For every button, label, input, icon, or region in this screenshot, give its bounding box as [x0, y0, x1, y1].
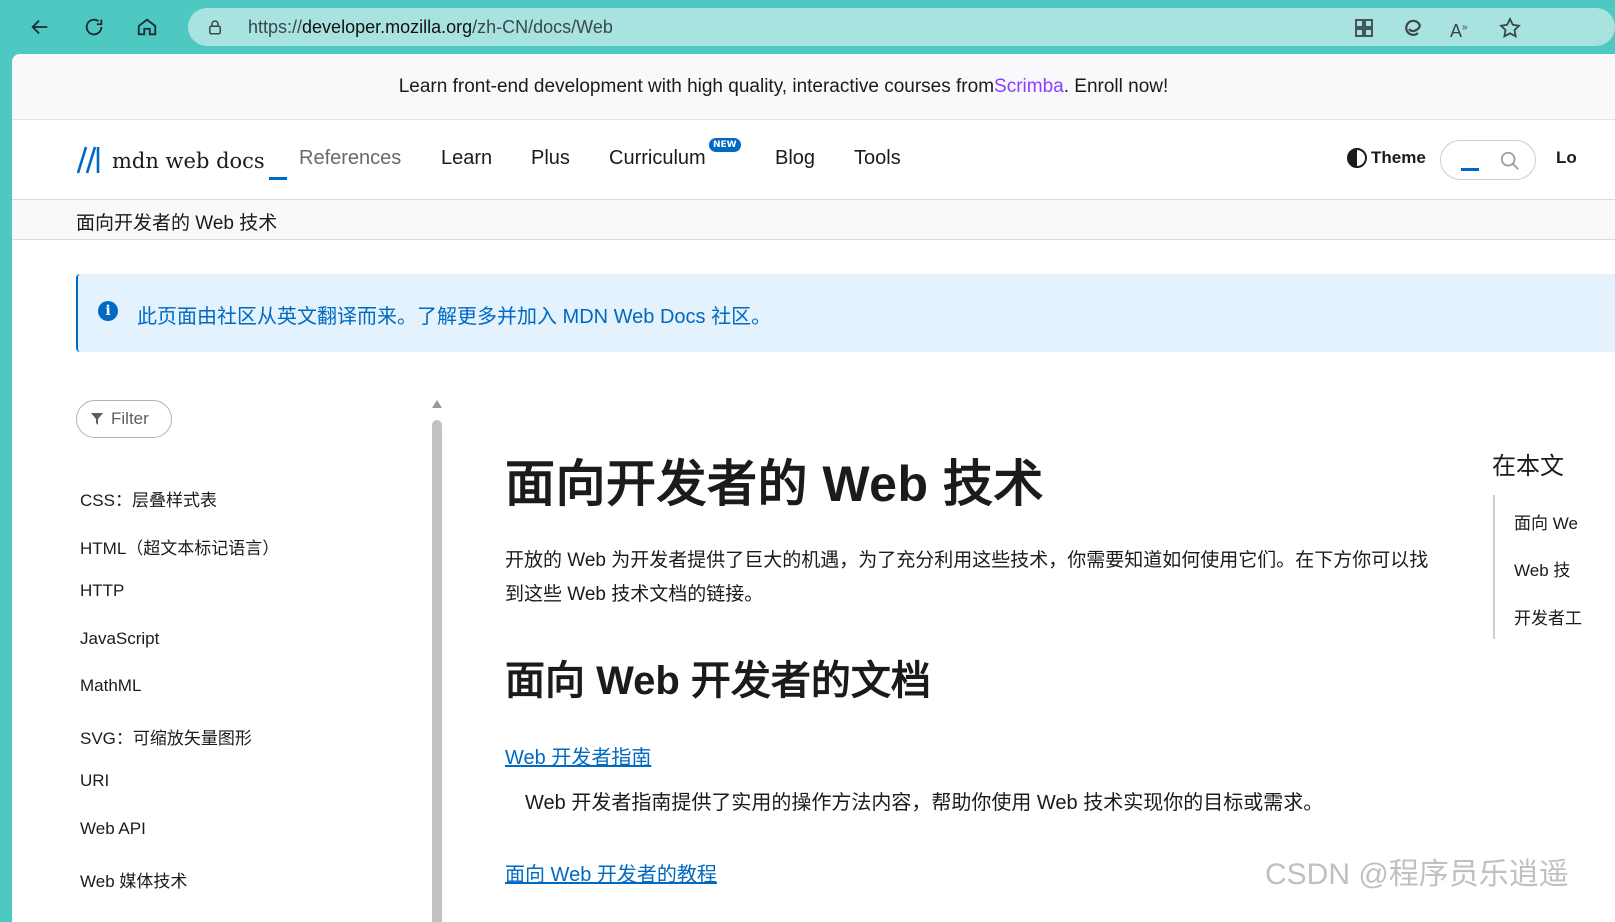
- toc-title: 在本文: [1492, 453, 1564, 480]
- sidebar-scrollbar[interactable]: [432, 400, 442, 922]
- promo-banner: Learn front-end development with high qu…: [12, 54, 1615, 120]
- apps-icon[interactable]: [1352, 16, 1376, 40]
- lock-icon[interactable]: [206, 18, 224, 36]
- nav-blog[interactable]: Blog: [775, 147, 815, 170]
- logo-text: mdn web docs: [112, 149, 265, 173]
- toc-item[interactable]: Web 技: [1514, 556, 1570, 581]
- filter-label: Filter: [111, 409, 149, 428]
- site-header: mdn web docs References Learn Plus Curri…: [12, 120, 1615, 200]
- translation-notice: i 此页面由社区从英文翻译而来。了解更多并加入 MDN Web Docs 社区。: [76, 274, 1615, 352]
- mdn-logo[interactable]: mdn web docs: [76, 146, 287, 180]
- theme-icon: [1347, 148, 1367, 168]
- sidebar-item-html[interactable]: HTML（超文本标记语言）: [80, 534, 279, 559]
- sidebar-item-svg[interactable]: SVG：可缩放矢量图形: [80, 724, 252, 749]
- watermark: CSDN @程序员乐逍遥: [1265, 858, 1569, 891]
- sidebar-item-mathml[interactable]: MathML: [80, 676, 141, 696]
- filter-input[interactable]: Filter: [76, 400, 172, 438]
- web-dev-tutorials-link[interactable]: 面向 Web 开发者的教程: [505, 858, 717, 887]
- nav-plus[interactable]: Plus: [531, 147, 570, 170]
- sidebar-item-web-media[interactable]: Web 媒体技术: [80, 867, 187, 892]
- edge-copilot-icon[interactable]: [1401, 16, 1425, 40]
- logo-cursor: [268, 177, 287, 180]
- nav-curriculum[interactable]: Curriculum: [609, 147, 706, 170]
- page-title: 面向开发者的 Web 技术: [505, 456, 1044, 512]
- back-arrow-icon[interactable]: [22, 10, 58, 44]
- banner-suffix: . Enroll now!: [1063, 75, 1169, 97]
- web-page: Learn front-end development with high qu…: [12, 54, 1615, 922]
- url-scheme: https://: [248, 17, 303, 37]
- notice-text[interactable]: 此页面由社区从英文翻译而来。了解更多并加入 MDN Web Docs 社区。: [137, 300, 771, 329]
- breadcrumb-bar: 面向开发者的 Web 技术: [12, 200, 1615, 240]
- scrollbar-thumb[interactable]: [432, 420, 442, 922]
- sidebar-item-http[interactable]: HTTP: [80, 581, 124, 601]
- toc-item[interactable]: 开发者工: [1514, 604, 1582, 629]
- web-dev-guide-link[interactable]: Web 开发者指南: [505, 741, 651, 770]
- filter-icon: [91, 413, 103, 425]
- info-icon: i: [98, 301, 118, 321]
- url-host: developer.mozilla.org: [302, 17, 473, 37]
- new-badge: NEW: [709, 138, 741, 152]
- sidebar-item-uri[interactable]: URI: [80, 771, 109, 791]
- search-input[interactable]: [1440, 140, 1536, 180]
- login-link[interactable]: Lo: [1556, 148, 1577, 168]
- url-text[interactable]: https://developer.mozilla.org/zh-CN/docs…: [248, 17, 613, 38]
- address-bar[interactable]: https://developer.mozilla.org/zh-CN/docs…: [188, 8, 1615, 46]
- intro-paragraph: 开放的 Web 为开发者提供了巨大的机遇，为了充分利用这些技术，你需要知道如何使…: [505, 550, 1429, 605]
- sidebar-item-javascript[interactable]: JavaScript: [80, 629, 159, 649]
- nav-tools[interactable]: Tools: [854, 147, 901, 170]
- web-dev-guide-description: Web 开发者指南提供了实用的操作方法内容，帮助你使用 Web 技术实现你的目标…: [525, 792, 1324, 814]
- breadcrumb[interactable]: 面向开发者的 Web 技术: [76, 208, 277, 235]
- favorite-star-icon[interactable]: [1498, 16, 1522, 40]
- sidebar-item-css[interactable]: CSS：层叠样式表: [80, 486, 217, 511]
- home-icon[interactable]: [129, 10, 165, 44]
- mdn-logo-icon: [76, 146, 100, 174]
- toc-item[interactable]: 面向 We: [1514, 509, 1578, 534]
- theme-label: Theme: [1371, 148, 1426, 167]
- scroll-up-icon[interactable]: [432, 400, 442, 408]
- section-heading: 面向 Web 开发者的文档: [505, 659, 931, 703]
- read-aloud-icon[interactable]: A»: [1450, 16, 1474, 41]
- refresh-icon[interactable]: [76, 10, 112, 44]
- sidebar-item-web-api[interactable]: Web API: [80, 819, 146, 839]
- toc-divider: [1493, 495, 1495, 639]
- url-path: /zh-CN/docs/Web: [472, 17, 613, 37]
- search-icon[interactable]: [1499, 150, 1521, 172]
- browser-toolbar: https://developer.mozilla.org/zh-CN/docs…: [0, 0, 1615, 54]
- search-cursor: [1461, 168, 1479, 171]
- nav-learn[interactable]: Learn: [441, 147, 492, 170]
- scrimba-link[interactable]: Scrimba: [994, 76, 1064, 98]
- theme-button[interactable]: Theme: [1347, 148, 1426, 168]
- nav-references[interactable]: References: [299, 147, 401, 170]
- banner-text: Learn front-end development with high qu…: [398, 75, 995, 97]
